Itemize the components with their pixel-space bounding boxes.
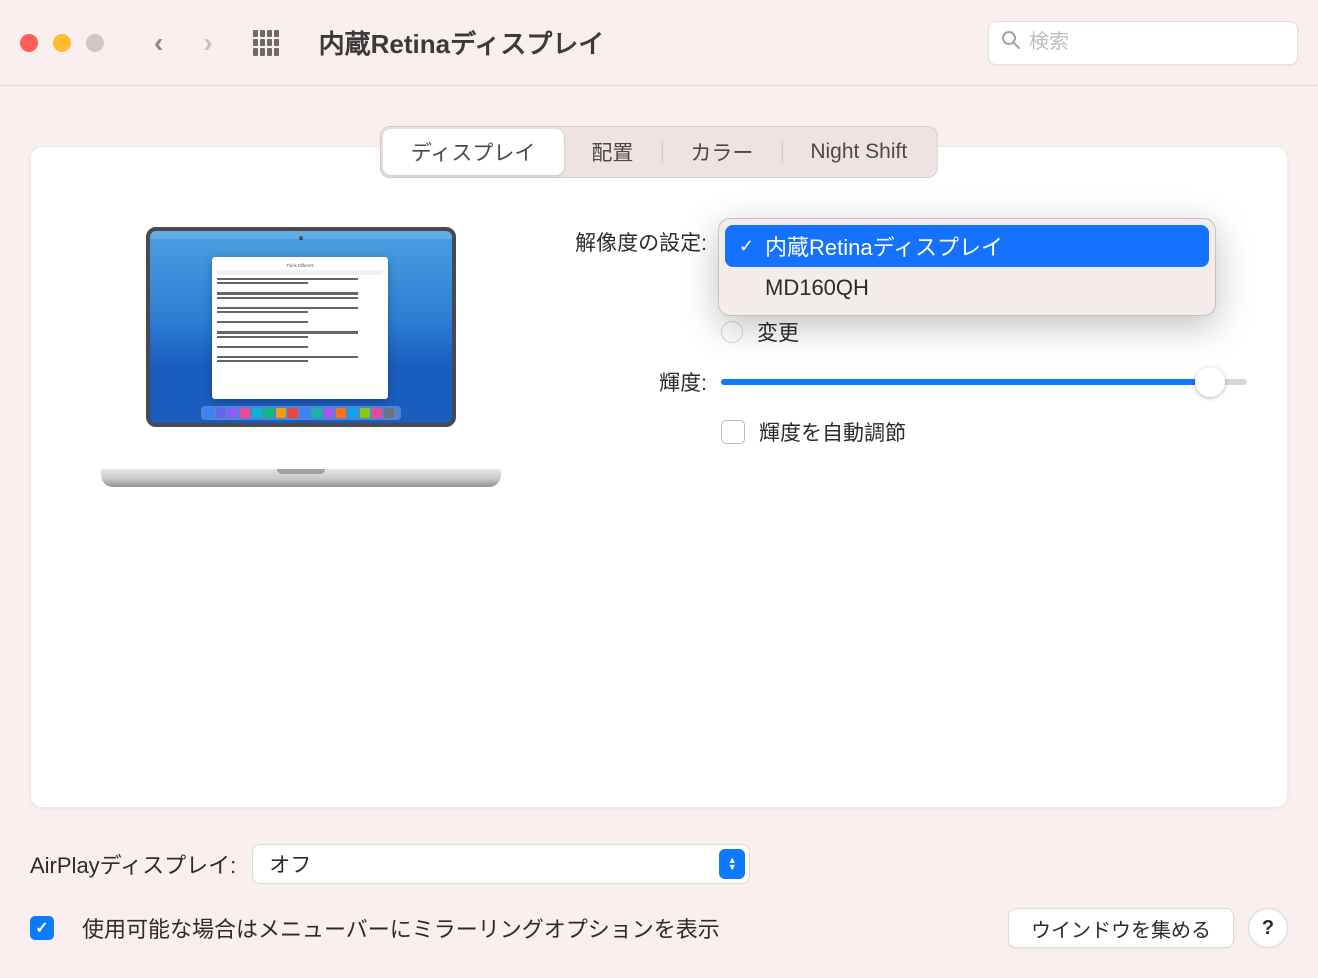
brightness-slider-thumb[interactable] bbox=[1195, 367, 1225, 397]
airplay-select[interactable]: オフ ▲▼ bbox=[252, 844, 750, 884]
preview-dock bbox=[201, 406, 401, 420]
show-all-prefs-button[interactable] bbox=[253, 30, 279, 56]
tab-display[interactable]: ディスプレイ bbox=[383, 129, 564, 175]
auto-brightness-row: 輝度を自動調節 bbox=[561, 417, 1247, 447]
traffic-lights bbox=[20, 34, 104, 52]
preview-document-window: Think Different bbox=[212, 257, 388, 399]
search-icon bbox=[1001, 30, 1021, 56]
button-label: ウインドウを集める bbox=[1031, 914, 1211, 943]
nav-arrows: ‹ › bbox=[154, 27, 213, 59]
doc-body bbox=[217, 278, 383, 362]
laptop-base bbox=[101, 469, 501, 487]
preview-menubar bbox=[150, 231, 452, 239]
dropdown-option-label: 内蔵Retinaディスプレイ bbox=[765, 230, 1003, 262]
help-icon: ? bbox=[1262, 917, 1274, 940]
doc-toolbar bbox=[217, 270, 383, 275]
display-selector-dropdown[interactable]: ✓ 内蔵Retinaディスプレイ MD160QH bbox=[718, 218, 1216, 316]
dropdown-option-external[interactable]: MD160QH bbox=[725, 267, 1209, 309]
window-title: 内蔵Retinaディスプレイ bbox=[319, 24, 988, 61]
resolution-scaled-label: 変更 bbox=[757, 317, 799, 347]
tab-color[interactable]: カラー bbox=[662, 129, 781, 175]
minimize-window-button[interactable] bbox=[53, 34, 71, 52]
brightness-slider[interactable] bbox=[721, 379, 1247, 385]
dropdown-option-label: MD160QH bbox=[765, 275, 869, 301]
tab-label: ディスプレイ bbox=[411, 137, 536, 167]
forward-button[interactable]: › bbox=[203, 27, 212, 59]
tab-label: Night Shift bbox=[810, 140, 907, 164]
select-arrows-icon: ▲▼ bbox=[719, 849, 745, 879]
laptop-preview: Think Different bbox=[101, 227, 501, 487]
laptop-screen: Think Different bbox=[146, 227, 456, 427]
close-window-button[interactable] bbox=[20, 34, 38, 52]
auto-brightness-checkbox[interactable] bbox=[721, 420, 745, 444]
laptop-notch bbox=[277, 469, 325, 474]
airplay-row: AirPlayディスプレイ: オフ ▲▼ bbox=[30, 844, 1288, 884]
tab-arrangement[interactable]: 配置 bbox=[563, 129, 661, 175]
resolution-label: 解像度の設定: bbox=[561, 227, 721, 257]
brightness-label: 輝度: bbox=[561, 367, 721, 397]
auto-brightness-label: 輝度を自動調節 bbox=[759, 417, 906, 447]
brightness-row: 輝度: bbox=[561, 367, 1247, 397]
airplay-label: AirPlayディスプレイ: bbox=[30, 848, 236, 880]
titlebar: ‹ › 内蔵Retinaディスプレイ bbox=[0, 0, 1318, 86]
doc-title: Think Different bbox=[217, 263, 383, 268]
resolution-scaled-radio[interactable] bbox=[721, 321, 743, 343]
zoom-window-button[interactable] bbox=[86, 34, 104, 52]
tab-label: カラー bbox=[690, 137, 753, 167]
airplay-value: オフ bbox=[269, 849, 311, 879]
tab-night-shift[interactable]: Night Shift bbox=[782, 129, 935, 175]
dropdown-option-builtin[interactable]: ✓ 内蔵Retinaディスプレイ bbox=[725, 225, 1209, 267]
gather-windows-button[interactable]: ウインドウを集める bbox=[1008, 908, 1234, 948]
help-button[interactable]: ? bbox=[1248, 908, 1288, 948]
mirroring-menu-checkbox[interactable]: ✓ bbox=[30, 916, 54, 940]
search-input[interactable] bbox=[1029, 31, 1294, 54]
search-field[interactable] bbox=[988, 21, 1298, 65]
resolution-change-row: 変更 bbox=[561, 317, 1247, 347]
tab-strip: ディスプレイ 配置 カラー Night Shift bbox=[380, 126, 938, 178]
checkmark-icon: ✓ bbox=[739, 236, 765, 257]
back-button[interactable]: ‹ bbox=[154, 27, 163, 59]
bottom-area: AirPlayディスプレイ: オフ ▲▼ ✓ 使用可能な場合はメニューバーにミラ… bbox=[30, 844, 1288, 948]
mirroring-menu-label: 使用可能な場合はメニューバーにミラーリングオプションを表示 bbox=[82, 912, 994, 944]
tab-label: 配置 bbox=[591, 137, 633, 167]
footer-row: ✓ 使用可能な場合はメニューバーにミラーリングオプションを表示 ウインドウを集め… bbox=[30, 908, 1288, 948]
display-preview-column: Think Different bbox=[71, 207, 531, 747]
